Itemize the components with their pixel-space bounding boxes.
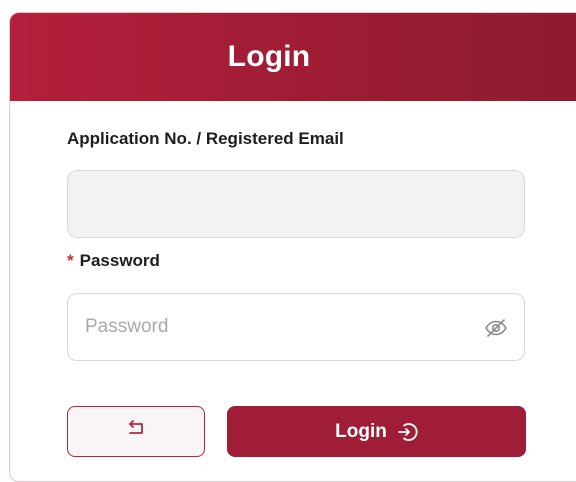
login-header: Login xyxy=(10,13,576,101)
return-icon xyxy=(126,420,146,443)
password-label: Password xyxy=(79,251,160,270)
login-card: Login Application No. / Registered Email… xyxy=(9,12,576,482)
login-button[interactable]: Login xyxy=(227,406,526,457)
password-input[interactable] xyxy=(68,294,524,360)
login-title: Login xyxy=(227,40,311,73)
application-field-wrapper xyxy=(67,170,525,238)
required-marker: * xyxy=(67,251,74,270)
application-label: Application No. / Registered Email xyxy=(67,129,344,148)
eye-slash-icon[interactable] xyxy=(484,316,508,340)
application-input[interactable] xyxy=(68,171,524,237)
login-enter-icon xyxy=(396,421,418,443)
back-button[interactable] xyxy=(67,406,205,457)
login-button-label: Login xyxy=(335,420,387,442)
password-label-row: * Password xyxy=(67,251,160,271)
password-field-wrapper xyxy=(67,293,525,361)
